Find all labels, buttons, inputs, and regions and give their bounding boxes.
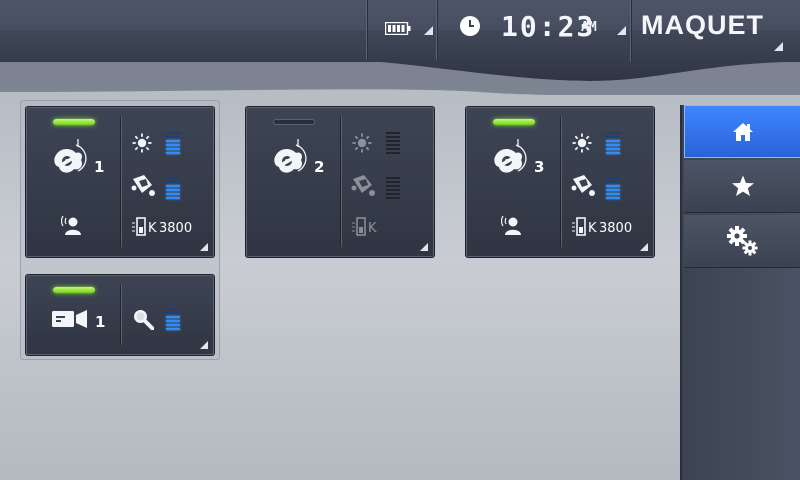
- surgical-light-icon: [274, 139, 307, 173]
- brand-segment[interactable]: MAQUET: [630, 0, 800, 62]
- camera-panel-1[interactable]: 1: [25, 274, 215, 356]
- corner-arrow-icon: [200, 341, 208, 349]
- kelvin-unit: K: [148, 221, 157, 236]
- status-led: [493, 119, 535, 125]
- light-number: 3: [534, 158, 545, 176]
- light-panel-3[interactable]: 3 K 3800: [465, 106, 655, 258]
- settings-gears-icon: [727, 226, 758, 256]
- nav-settings-button[interactable]: [684, 215, 800, 268]
- brightness-level-bars: [386, 132, 400, 154]
- star-icon: [732, 175, 754, 196]
- nav-favorites-button[interactable]: [684, 160, 800, 213]
- color-temperature-value: 3800: [159, 221, 193, 236]
- light-number: 1: [94, 158, 105, 176]
- light-panel-2[interactable]: 2 K: [245, 106, 435, 258]
- light-number: 2: [314, 158, 325, 176]
- clock-icon: [460, 16, 480, 36]
- home-icon: [733, 122, 753, 141]
- battery-segment[interactable]: [366, 0, 436, 60]
- side-navigation: [680, 105, 800, 480]
- status-led: [273, 119, 315, 125]
- color-temperature-value: 3800: [599, 221, 633, 236]
- corner-arrow-icon: [774, 42, 783, 51]
- kelvin-unit: K: [368, 221, 377, 236]
- spot-size-level-bars: [386, 177, 400, 199]
- brightness-icon: [572, 133, 592, 153]
- kelvin-unit: K: [588, 221, 597, 236]
- nav-home-button[interactable]: [684, 105, 800, 158]
- color-temperature-icon: [572, 217, 586, 236]
- camera-number: 1: [95, 313, 106, 331]
- magnifier-icon: [134, 310, 154, 330]
- brand-logo: MAQUET: [641, 10, 764, 40]
- brightness-icon: [132, 133, 152, 153]
- spot-size-icon: [351, 175, 375, 196]
- light-panel-1[interactable]: 1 K 3800: [25, 106, 215, 258]
- spot-size-level-bars: [166, 177, 180, 199]
- corner-arrow-icon: [617, 26, 626, 35]
- brightness-level-bars: [606, 132, 620, 154]
- status-led: [53, 119, 95, 125]
- brightness-level-bars: [166, 132, 180, 154]
- battery-full-icon: [385, 22, 411, 35]
- spot-size-level-bars: [606, 177, 620, 199]
- surgical-light-icon: [494, 139, 527, 173]
- surgical-light-icon: [54, 139, 87, 173]
- ampm-display: AM: [581, 20, 597, 35]
- color-temperature-icon: [132, 217, 146, 236]
- clock-segment[interactable]: 10:23 AM: [436, 0, 630, 60]
- top-header: 10:23 AM MAQUET: [0, 0, 800, 95]
- zoom-level-bars: [166, 308, 180, 330]
- brightness-icon: [352, 133, 372, 153]
- spot-size-icon: [131, 175, 155, 196]
- corner-arrow-icon: [420, 243, 428, 251]
- corner-arrow-icon: [640, 243, 648, 251]
- color-temperature-icon: [352, 217, 366, 236]
- corner-arrow-icon: [200, 243, 208, 251]
- video-camera-icon: [52, 310, 87, 328]
- person-tracking-icon: [501, 215, 522, 236]
- person-tracking-icon: [61, 215, 82, 236]
- status-led: [53, 287, 95, 293]
- corner-arrow-icon: [424, 26, 433, 35]
- spot-size-icon: [571, 175, 595, 196]
